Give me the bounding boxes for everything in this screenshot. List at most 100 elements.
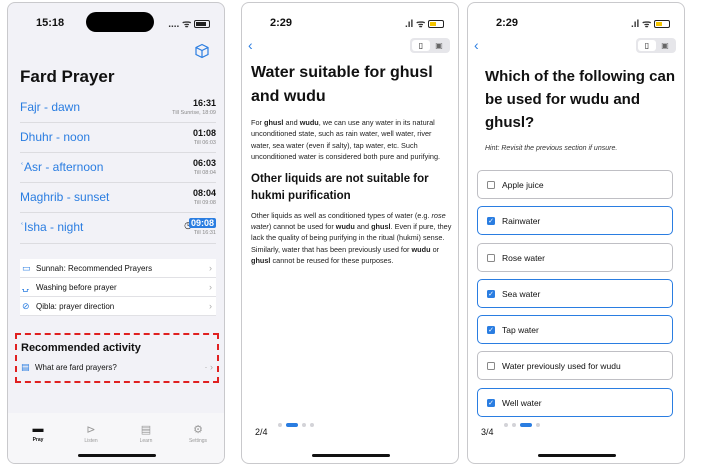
quiz-option-label: Tap water [502,325,539,336]
article-body: Water suitable for ghusl and wudu For gh… [251,61,452,267]
tab-learn[interactable]: ▤ Learn [126,423,166,444]
compass-icon: ⊘ [22,301,30,311]
home-indicator [312,454,390,457]
checkbox-checked-icon[interactable]: ✓ [487,326,495,335]
page-dot [302,422,306,427]
page-indicator: 2/4 [255,427,268,437]
battery-icon [654,20,670,29]
page-title: Fard Prayer [20,67,115,86]
page-dots [278,416,318,434]
article-screen: 2:29 .ıl ᯤ ‹ ▯ ▣ Water suitable for ghus… [241,2,459,464]
home-indicator [538,454,616,457]
article-subtitle: Other liquids are not suitable for hukmi… [251,172,429,202]
quiz-option[interactable]: Apple juice [477,170,673,199]
checkbox-checked-icon[interactable]: ✓ [487,398,495,407]
quiz-option-label: Water previously used for wudu [502,361,621,372]
prayer-row-asr[interactable]: ʿAsr - afternoon 06:03 Till 08:04 [20,153,216,183]
page-indicator: 3/4 [481,427,494,437]
checkbox-checked-icon[interactable]: ✓ [487,289,495,298]
prayer-name: ʿIsha - night [20,220,84,234]
checkbox-checked-icon[interactable]: ✓ [487,217,495,226]
prayer-time-current: 09:08 [188,218,216,228]
home-indicator [78,454,156,457]
prayer-name: ʿAsr - afternoon [20,160,104,174]
tab-pray[interactable]: ▬ Pray [18,423,58,443]
checkbox-icon[interactable] [487,181,495,189]
link-label: Washing before prayer [36,283,117,292]
prayer-until: Till 08:04 [193,170,216,176]
cards-icon[interactable]: ▣ [430,40,448,51]
tab-label: Settings [188,438,208,444]
chevron-right-icon: › [209,263,212,273]
prayer-until: Till 09:08 [193,200,216,206]
prayer-row-isha[interactable]: ʿIsha - night ◷ 09:08 Till 16:31 [20,213,216,244]
page-dots [504,416,544,434]
cards-icon[interactable]: ▣ [656,40,674,51]
battery-icon [194,20,210,29]
prayer-row-maghrib[interactable]: Maghrib - sunset 08:04 Till 09:08 [20,183,216,213]
quiz-option[interactable]: ✓ Tap water [477,315,673,345]
article-title: Water suitable for ghusl and wudu [251,64,433,105]
prayer-name: Maghrib - sunset [20,190,110,204]
related-links: ▭ Sunnah: Recommended Prayers › ⍽ Washin… [20,259,216,316]
prayer-time: 08:04 [192,188,216,198]
battery-icon [428,20,444,29]
quiz-option[interactable]: ✓ Rainwater [477,206,673,236]
chevron-right-icon: › [209,282,212,292]
checkbox-icon[interactable] [487,253,495,262]
tab-settings[interactable]: ⚙ Settings [178,423,218,444]
link-label: Sunnah: Recommended Prayers [36,264,153,273]
status-bar: 2:29 .ıl ᯤ [242,3,458,33]
cube-icon[interactable] [194,43,210,59]
link-washing[interactable]: ⍽ Washing before prayer › [20,278,216,297]
tab-label: Pray [32,437,44,443]
back-chevron-icon[interactable]: ‹ [474,37,479,53]
recommended-item[interactable]: ▤ What are fard prayers? · › [21,362,213,376]
prayer-time: 16:31 [192,98,216,108]
tab-label: Listen [84,438,98,444]
quiz-option-label: Sea water [502,288,541,299]
prayer-name: Dhuhr - noon [20,130,91,144]
quiz-option-label: Rainwater [502,216,541,227]
tab-listen[interactable]: ⊳ Listen [71,423,111,444]
tab-label: Learn [139,438,153,444]
quiz-hint: Hint: Revisit the previous section if un… [485,145,618,152]
quiz-option[interactable]: ✓ Well water [477,387,673,417]
view-mode-toggle[interactable]: ▯ ▣ [636,38,676,53]
checkbox-icon[interactable] [487,362,495,371]
single-page-icon[interactable]: ▯ [638,40,656,51]
prayer-until: Till 16:31 [193,230,216,236]
page-dot [504,422,508,427]
recommended-item-label: What are fard prayers? [35,363,117,372]
pray-icon: ▬ [32,423,44,435]
page-dot-active [520,422,532,427]
status-icons: .ıl ᯤ [405,16,444,30]
page-dot [310,422,314,427]
play-icon: ⊳ [86,424,96,436]
signal-wifi-icons: .... ᯤ [168,19,192,30]
prayer-row-fajr[interactable]: Fajr - dawn 16:31 Till Sunrise, 18:09 [20,93,216,123]
book-icon: ▤ [140,424,152,436]
link-sunnah-prayers[interactable]: ▭ Sunnah: Recommended Prayers › [20,259,216,278]
quiz-option[interactable]: Water previously used for wudu [477,351,673,381]
page-dot-active [286,422,298,427]
article-paragraph-1: For ghusl and wudu, we can use any water… [251,118,441,162]
view-mode-toggle[interactable]: ▯ ▣ [410,38,450,53]
prayer-row-dhuhr[interactable]: Dhuhr - noon 01:08 Till 06:03 [20,123,216,153]
recommended-activity-highlight: Recommended activity ▤ What are fard pra… [15,333,219,383]
single-page-icon[interactable]: ▯ [412,40,430,51]
status-bar: 2:29 .ıl ᯤ [468,3,684,33]
quiz-option-label: Well water [502,397,542,408]
status-bar: 15:18 .... ᯤ [8,3,224,33]
quiz-question: Which of the following can be used for w… [485,68,675,131]
back-chevron-icon[interactable]: ‹ [248,37,253,53]
quiz-option[interactable]: ✓ Sea water [477,278,673,308]
quiz-option[interactable]: Rose water [477,242,673,272]
status-icons: .... ᯤ [168,16,210,30]
prayer-time: 01:08 [192,128,216,138]
prayer-time: 06:03 [192,158,216,168]
book-icon: ▤ [21,362,30,372]
quiz-option-label: Apple juice [502,180,544,190]
link-qibla[interactable]: ⊘ Qibla: prayer direction › [20,297,216,316]
status-time: 15:18 [36,17,65,29]
